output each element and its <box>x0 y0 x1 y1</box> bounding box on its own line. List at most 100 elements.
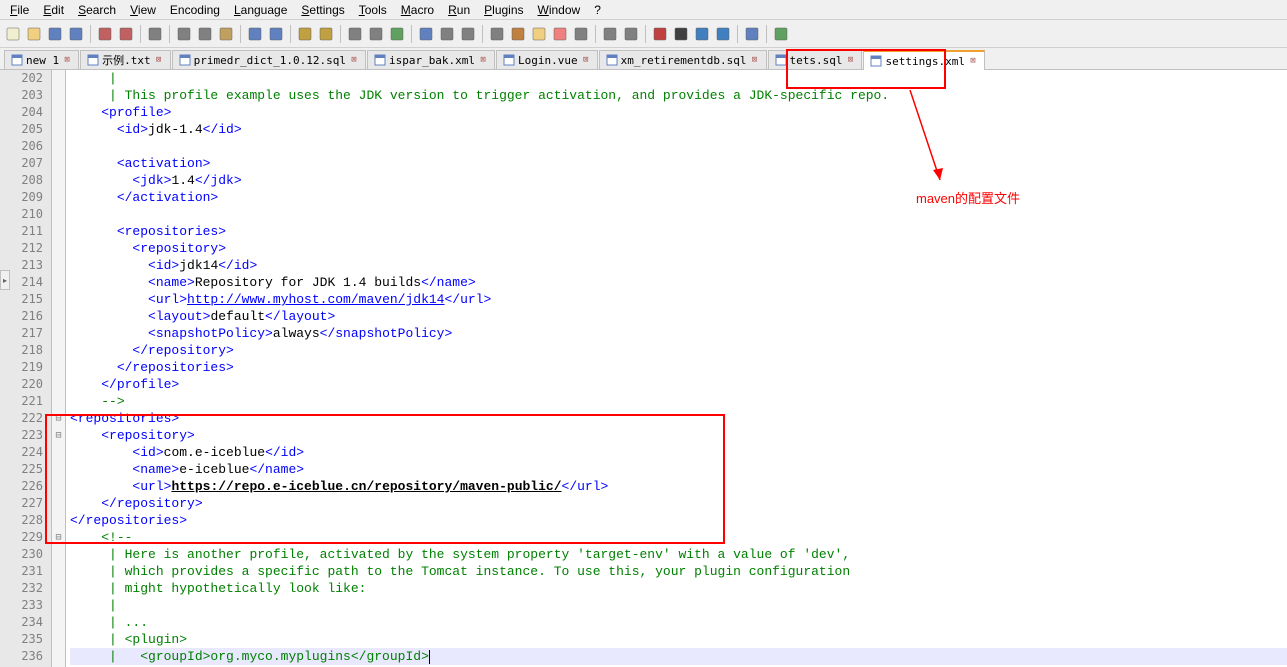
code-line[interactable]: <!-- <box>70 529 1287 546</box>
code-line[interactable]: <repositories> <box>70 223 1287 240</box>
play-button[interactable] <box>693 25 711 43</box>
monitor-button[interactable] <box>772 25 790 43</box>
code-line[interactable]: | This profile example uses the JDK vers… <box>70 87 1287 104</box>
tab-2[interactable]: primedr_dict_1.0.12.sql⊠ <box>172 50 366 69</box>
code-line[interactable]: <repository> <box>70 240 1287 257</box>
tab-5[interactable]: xm_retirementdb.sql⊠ <box>599 50 767 69</box>
save-all-button[interactable] <box>67 25 85 43</box>
zoom-in-button[interactable] <box>346 25 364 43</box>
close-icon[interactable]: ⊠ <box>750 55 760 65</box>
code-line[interactable]: | ... <box>70 614 1287 631</box>
code-line[interactable]: <repositories> <box>70 410 1287 427</box>
record-button[interactable] <box>651 25 669 43</box>
code-line[interactable]: <profile> <box>70 104 1287 121</box>
func-list-button[interactable] <box>572 25 590 43</box>
code-line[interactable]: <url>http://www.myhost.com/maven/jdk14</… <box>70 291 1287 308</box>
show-ws-button[interactable] <box>601 25 619 43</box>
menu-window[interactable]: Window <box>532 1 587 19</box>
stop-button[interactable] <box>672 25 690 43</box>
paste-button[interactable] <box>217 25 235 43</box>
code-line[interactable]: <layout>default</layout> <box>70 308 1287 325</box>
tab-6[interactable]: tets.sql⊠ <box>768 50 863 69</box>
tab-3[interactable]: ispar_bak.xml⊠ <box>367 50 495 69</box>
code-line[interactable]: <snapshotPolicy>always</snapshotPolicy> <box>70 325 1287 342</box>
fold-toggle[interactable]: ⊟ <box>52 410 65 427</box>
print-button[interactable] <box>146 25 164 43</box>
tab-0[interactable]: new 1⊠ <box>4 50 79 69</box>
menu-file[interactable]: File <box>4 1 35 19</box>
code-line[interactable]: | which provides a specific path to the … <box>70 563 1287 580</box>
close-icon[interactable]: ⊠ <box>62 55 72 65</box>
code-line[interactable]: <id>jdk14</id> <box>70 257 1287 274</box>
side-panel-toggle[interactable]: ▸ <box>0 270 10 290</box>
menu-language[interactable]: Language <box>228 1 293 19</box>
close-icon[interactable]: ⊠ <box>581 55 591 65</box>
code-line[interactable] <box>70 138 1287 155</box>
menu-encoding[interactable]: Encoding <box>164 1 226 19</box>
new-file-button[interactable] <box>4 25 22 43</box>
code-line[interactable]: | Here is another profile, activated by … <box>70 546 1287 563</box>
code-line[interactable]: <name>e-iceblue</name> <box>70 461 1287 478</box>
menu-edit[interactable]: Edit <box>37 1 70 19</box>
code-line[interactable]: <jdk>1.4</jdk> <box>70 172 1287 189</box>
find-button[interactable] <box>296 25 314 43</box>
code-line[interactable]: <id>jdk-1.4</id> <box>70 121 1287 138</box>
code-line[interactable]: | <box>70 70 1287 87</box>
code-line[interactable]: <name>Repository for JDK 1.4 builds</nam… <box>70 274 1287 291</box>
menu-tools[interactable]: Tools <box>353 1 393 19</box>
close-icon[interactable]: ⊠ <box>349 55 359 65</box>
indent-guide-button[interactable] <box>459 25 477 43</box>
code-line[interactable]: </repository> <box>70 342 1287 359</box>
cut-button[interactable] <box>175 25 193 43</box>
code-line[interactable] <box>70 206 1287 223</box>
code-line[interactable]: <repository> <box>70 427 1287 444</box>
folder-button[interactable] <box>530 25 548 43</box>
doc-map-button[interactable] <box>551 25 569 43</box>
menu-macro[interactable]: Macro <box>395 1 440 19</box>
code-line[interactable]: <activation> <box>70 155 1287 172</box>
eye-button[interactable] <box>622 25 640 43</box>
code-line[interactable]: </repositories> <box>70 359 1287 376</box>
open-file-button[interactable] <box>25 25 43 43</box>
code-line[interactable]: | <plugin> <box>70 631 1287 648</box>
close-icon[interactable]: ⊠ <box>968 56 978 66</box>
fold-toggle[interactable]: ⊟ <box>52 529 65 546</box>
ud-lang-button[interactable] <box>509 25 527 43</box>
close-button[interactable] <box>96 25 114 43</box>
replace-button[interactable] <box>317 25 335 43</box>
close-icon[interactable]: ⊠ <box>478 55 488 65</box>
menu-settings[interactable]: Settings <box>295 1 350 19</box>
word-wrap-button[interactable] <box>417 25 435 43</box>
code-line[interactable]: </profile> <box>70 376 1287 393</box>
play-multi-button[interactable] <box>714 25 732 43</box>
code-line[interactable]: | might hypothetically look like: <box>70 580 1287 597</box>
redo-button[interactable] <box>267 25 285 43</box>
menu-run[interactable]: Run <box>442 1 476 19</box>
zoom-out-button[interactable] <box>367 25 385 43</box>
code-line[interactable]: <url>https://repo.e-iceblue.cn/repositor… <box>70 478 1287 495</box>
sync-button[interactable] <box>388 25 406 43</box>
code-line[interactable]: | <box>70 597 1287 614</box>
code-line[interactable]: <id>com.e-iceblue</id> <box>70 444 1287 461</box>
close-all-button[interactable] <box>117 25 135 43</box>
fold-toggle[interactable]: ⊟ <box>52 427 65 444</box>
code-line[interactable]: </repository> <box>70 495 1287 512</box>
code-line[interactable]: | <groupId>org.myco.myplugins</groupId> <box>70 648 1287 665</box>
menu-search[interactable]: Search <box>72 1 122 19</box>
show-all-button[interactable] <box>438 25 456 43</box>
close-icon[interactable]: ⊠ <box>845 55 855 65</box>
tab-4[interactable]: Login.vue⊠ <box>496 50 598 69</box>
tab-7[interactable]: settings.xml⊠ <box>863 50 984 70</box>
save-macro-button[interactable] <box>743 25 761 43</box>
code-line[interactable]: </repositories> <box>70 512 1287 529</box>
undo-button[interactable] <box>246 25 264 43</box>
code-line[interactable]: --> <box>70 393 1287 410</box>
close-icon[interactable]: ⊠ <box>154 55 164 65</box>
menu-plugins[interactable]: Plugins <box>478 1 529 19</box>
tab-1[interactable]: 示例.txt⊠ <box>80 50 171 69</box>
code-area[interactable]: | | This profile example uses the JDK ve… <box>66 70 1287 667</box>
menu-view[interactable]: View <box>124 1 162 19</box>
save-button[interactable] <box>46 25 64 43</box>
lang-button[interactable] <box>488 25 506 43</box>
copy-button[interactable] <box>196 25 214 43</box>
